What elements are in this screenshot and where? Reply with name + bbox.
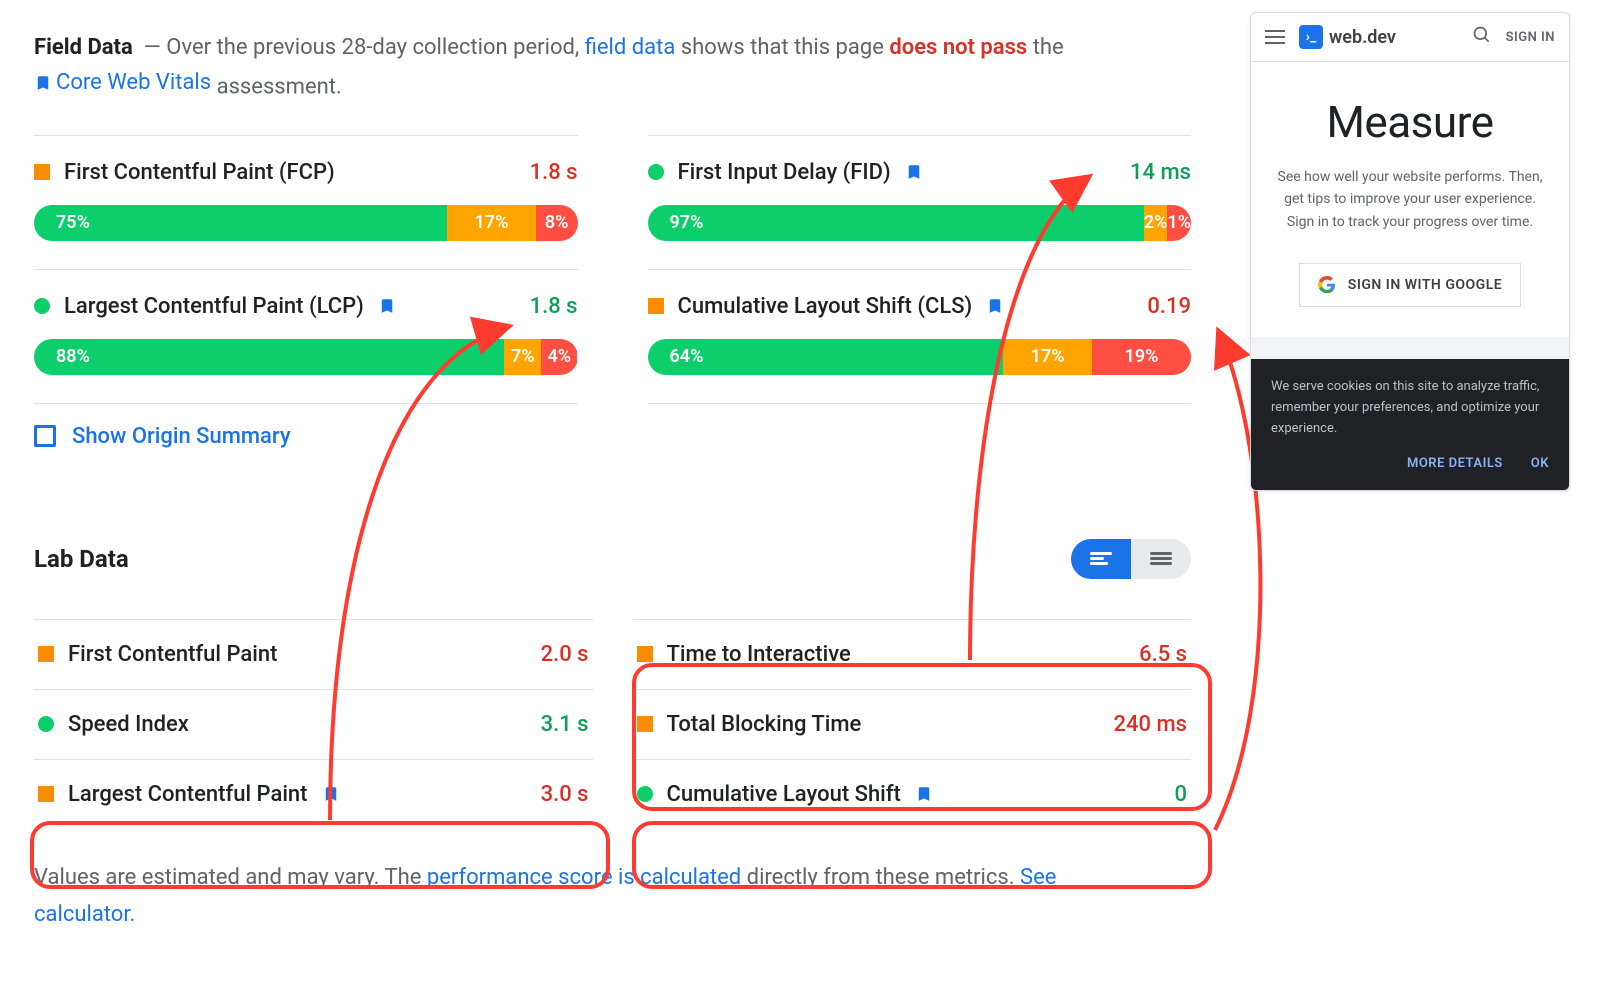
- circle-icon: [38, 716, 54, 732]
- intro-suffix: the: [1027, 35, 1063, 60]
- metric-value: 0.19: [1147, 294, 1191, 319]
- metric-cls: Cumulative Layout Shift (CLS) 0.19 64% 1…: [648, 269, 1192, 403]
- dist-good: 97%: [648, 205, 1144, 241]
- dist-ok: 17%: [447, 205, 536, 241]
- lab-metric-name: First Contentful Paint: [68, 642, 277, 667]
- webdev-logo[interactable]: ›_ web.dev: [1299, 25, 1458, 49]
- footer-note: Values are estimated and may vary. The p…: [34, 859, 1074, 934]
- sign-in-google-button[interactable]: SIGN IN WITH GOOGLE: [1299, 263, 1521, 307]
- distribution-bar: 75% 17% 8%: [34, 205, 578, 241]
- dist-ok: 2%: [1144, 205, 1168, 241]
- dist-ok: 17%: [1003, 339, 1092, 375]
- dist-bad: 19%: [1092, 339, 1191, 375]
- square-icon: [637, 646, 653, 662]
- bookmark-icon: [905, 161, 923, 183]
- lab-cls: Cumulative Layout Shift 0: [633, 759, 1192, 829]
- field-data-link[interactable]: field data: [585, 35, 676, 60]
- bookmark-icon: [378, 295, 396, 317]
- metric-fcp: First Contentful Paint (FCP) 1.8 s 75% 1…: [34, 135, 578, 269]
- distribution-bar: 64% 17% 19%: [648, 339, 1192, 375]
- square-icon: [34, 164, 50, 180]
- view-toggle[interactable]: [1071, 539, 1191, 579]
- google-icon: [1318, 276, 1336, 294]
- cwv-link[interactable]: Core Web Vitals: [34, 65, 211, 100]
- metric-name: First Contentful Paint (FCP): [64, 160, 335, 185]
- bookmark-icon: [986, 295, 1004, 317]
- distribution-bar: 88% 7% 4%: [34, 339, 578, 375]
- field-data-intro: Field Data — Over the previous 28-day co…: [34, 30, 1191, 105]
- lab-data-title: Lab Data: [34, 545, 1071, 573]
- dist-good: 64%: [648, 339, 1004, 375]
- square-icon: [637, 716, 653, 732]
- bookmark-icon: [34, 72, 52, 94]
- toggle-expanded[interactable]: [1071, 539, 1131, 579]
- metric-name: First Input Delay (FID): [678, 160, 891, 185]
- cookie-text: We serve cookies on this site to analyze…: [1271, 377, 1549, 439]
- lab-metric-value: 2.0 s: [541, 642, 589, 667]
- toggle-compact[interactable]: [1131, 539, 1191, 579]
- lab-si: Speed Index 3.1 s: [34, 689, 593, 759]
- lab-metric-name: Largest Contentful Paint: [68, 782, 308, 807]
- dist-bad: 1%: [1167, 205, 1191, 241]
- square-icon: [38, 646, 54, 662]
- dist-good: 75%: [34, 205, 447, 241]
- google-button-label: SIGN IN WITH GOOGLE: [1348, 277, 1502, 293]
- device-description: See how well your website performs. Then…: [1271, 166, 1549, 233]
- search-icon[interactable]: [1472, 25, 1492, 49]
- lab-tbt: Total Blocking Time 240 ms: [633, 689, 1192, 759]
- lab-metric-value: 3.1 s: [541, 712, 589, 737]
- lab-metric-value: 6.5 s: [1139, 642, 1187, 667]
- metric-value: 1.8 s: [530, 160, 578, 185]
- metric-name: Cumulative Layout Shift (CLS): [678, 294, 973, 319]
- cookie-banner: We serve cookies on this site to analyze…: [1251, 359, 1569, 490]
- intro-mid: shows that this page: [675, 35, 889, 60]
- assessment-suffix: assessment.: [211, 75, 342, 100]
- metric-fid: First Input Delay (FID) 14 ms 97% 2% 1%: [648, 135, 1192, 269]
- menu-icon[interactable]: [1265, 26, 1285, 48]
- lab-metric-value: 240 ms: [1114, 712, 1187, 737]
- metric-name: Largest Contentful Paint (LCP): [64, 294, 364, 319]
- lab-metric-name: Cumulative Layout Shift: [667, 782, 901, 807]
- dist-ok: 7%: [504, 339, 541, 375]
- bookmark-icon: [915, 783, 933, 805]
- square-icon: [648, 298, 664, 314]
- circle-icon: [34, 298, 50, 314]
- lab-tti: Time to Interactive 6.5 s: [633, 619, 1192, 689]
- circle-icon: [637, 786, 653, 802]
- metric-value: 14 ms: [1130, 160, 1191, 185]
- fail-status: does not pass: [889, 35, 1027, 60]
- lab-metric-name: Total Blocking Time: [667, 712, 862, 737]
- lab-metric-name: Time to Interactive: [667, 642, 851, 667]
- circle-icon: [648, 164, 664, 180]
- lab-metric-value: 3.0 s: [541, 782, 589, 807]
- lab-lcp: Largest Contentful Paint 3.0 s: [34, 759, 593, 829]
- lab-metric-value: 0: [1174, 782, 1187, 807]
- device-preview: ›_ web.dev SIGN IN Measure See how well …: [1250, 12, 1570, 491]
- cookie-ok-button[interactable]: OK: [1531, 454, 1549, 475]
- dist-bad: 8%: [536, 205, 578, 241]
- perf-score-link[interactable]: performance score is calculated: [427, 865, 741, 890]
- intro-text: — Over the previous 28-day collection pe…: [144, 35, 585, 60]
- dist-good: 88%: [34, 339, 504, 375]
- square-icon: [38, 786, 54, 802]
- metric-lcp: Largest Contentful Paint (LCP) 1.8 s 88%…: [34, 269, 578, 403]
- dist-bad: 4%: [541, 339, 578, 375]
- distribution-bar: 97% 2% 1%: [648, 205, 1192, 241]
- lab-fcp: First Contentful Paint 2.0 s: [34, 619, 593, 689]
- show-origin-summary[interactable]: Show Origin Summary: [34, 403, 578, 469]
- bookmark-icon: [322, 783, 340, 805]
- checkbox-icon[interactable]: [34, 425, 56, 447]
- field-data-title: Field Data: [34, 35, 133, 60]
- metric-value: 1.8 s: [530, 294, 578, 319]
- more-details-link[interactable]: MORE DETAILS: [1407, 454, 1503, 475]
- device-heading: Measure: [1271, 96, 1549, 148]
- lab-metric-name: Speed Index: [68, 712, 189, 737]
- origin-summary-label: Show Origin Summary: [72, 424, 291, 449]
- sign-in-link[interactable]: SIGN IN: [1506, 30, 1555, 45]
